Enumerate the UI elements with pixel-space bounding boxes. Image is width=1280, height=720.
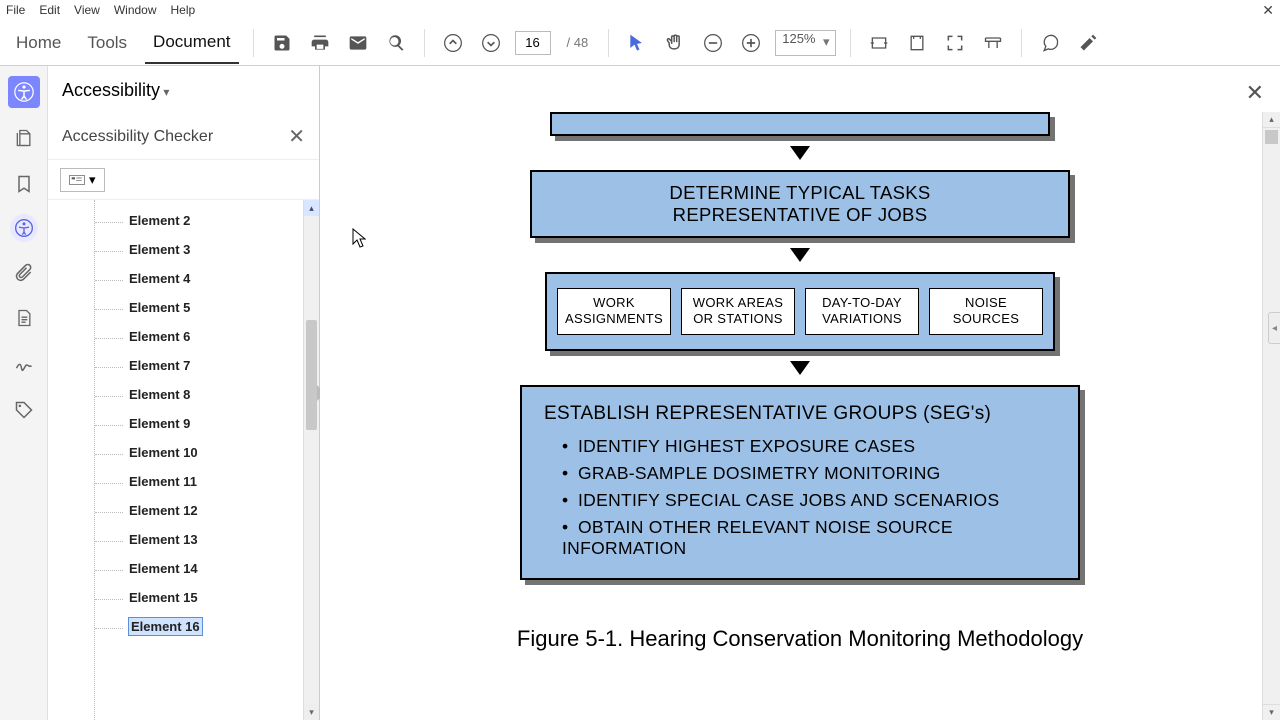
tab-tools[interactable]: Tools bbox=[79, 23, 135, 63]
menu-view[interactable]: View bbox=[74, 3, 100, 17]
mini-work-areas: WORK AREASOR STATIONS bbox=[681, 288, 795, 335]
menu-window[interactable]: Window bbox=[114, 3, 157, 17]
email-icon[interactable] bbox=[344, 29, 372, 57]
tab-document[interactable]: Document bbox=[145, 22, 238, 64]
tree-element[interactable]: Element 7 bbox=[129, 351, 319, 380]
page-total: / 48 bbox=[561, 35, 595, 50]
window-close-icon[interactable]: ✕ bbox=[1262, 2, 1274, 19]
doc-scrollbar[interactable]: ▴ ▾ bbox=[1262, 112, 1280, 720]
page-down-icon[interactable] bbox=[477, 29, 505, 57]
rail-pages-icon[interactable] bbox=[8, 122, 40, 154]
tab-home[interactable]: Home bbox=[8, 23, 69, 63]
scroll-up-icon[interactable]: ▴ bbox=[304, 200, 319, 216]
scroll-thumb[interactable] bbox=[306, 320, 317, 430]
close-checker-icon[interactable]: ✕ bbox=[288, 124, 305, 149]
save-icon[interactable] bbox=[268, 29, 296, 57]
checker-tree: Element 2Element 3Element 4Element 5Elem… bbox=[48, 200, 319, 720]
scroll-thumb[interactable] bbox=[1265, 130, 1278, 144]
rail-bookmark-icon[interactable] bbox=[8, 168, 40, 200]
document-viewport[interactable]: DETERMINE TYPICAL TASKS REPRESENTATIVE O… bbox=[320, 112, 1280, 720]
scroll-down-icon[interactable]: ▾ bbox=[304, 704, 319, 720]
menu-edit[interactable]: Edit bbox=[39, 3, 60, 17]
menu-help[interactable]: Help bbox=[171, 3, 196, 17]
print-icon[interactable] bbox=[306, 29, 334, 57]
panel-scrollbar[interactable]: ▴ ▾ bbox=[303, 200, 319, 720]
tree-element[interactable]: Element 14 bbox=[129, 554, 319, 583]
rail-document-icon[interactable] bbox=[8, 302, 40, 334]
zoom-select[interactable]: 125% bbox=[775, 30, 836, 56]
fit-width-icon[interactable] bbox=[865, 29, 893, 57]
mini-variations: DAY-TO-DAYVARIATIONS bbox=[805, 288, 919, 335]
fit-page-icon[interactable] bbox=[903, 29, 931, 57]
mini-noise-sources: NOISESOURCES bbox=[929, 288, 1043, 335]
left-rail bbox=[0, 66, 48, 720]
arrow-down-icon bbox=[790, 248, 810, 262]
tree-element[interactable]: Element 11 bbox=[129, 467, 319, 496]
tree-element[interactable]: Element 10 bbox=[129, 438, 319, 467]
rail-tags-icon[interactable] bbox=[8, 394, 40, 426]
tree-element[interactable]: Element 6 bbox=[129, 322, 319, 351]
scroll-down-icon[interactable]: ▾ bbox=[1263, 704, 1280, 720]
scroll-up-icon[interactable]: ▴ bbox=[1263, 112, 1280, 128]
zoom-out-icon[interactable] bbox=[699, 29, 727, 57]
menu-bar: File Edit View Window Help ✕ bbox=[0, 0, 1280, 20]
arrow-down-icon bbox=[790, 361, 810, 375]
accessibility-panel: Accessibility Accessibility Checker ✕ ▾ … bbox=[48, 66, 320, 720]
search-icon[interactable] bbox=[382, 29, 410, 57]
main-toolbar: Home Tools Document / 48 125% bbox=[0, 20, 1280, 66]
flow-box-seg: ESTABLISH REPRESENTATIVE GROUPS (SEG's) … bbox=[520, 385, 1080, 580]
reading-mode-icon[interactable] bbox=[979, 29, 1007, 57]
tree-element[interactable]: Element 16 bbox=[129, 612, 319, 641]
tree-element[interactable]: Element 15 bbox=[129, 583, 319, 612]
rail-attachments-icon[interactable] bbox=[8, 256, 40, 288]
accessibility-checker-title: Accessibility Checker bbox=[62, 128, 213, 146]
flow-box-cut bbox=[550, 112, 1050, 136]
tree-element[interactable]: Element 13 bbox=[129, 525, 319, 554]
tree-element[interactable]: Element 12 bbox=[129, 496, 319, 525]
tree-element[interactable]: Element 4 bbox=[129, 264, 319, 293]
tree-element[interactable]: Element 3 bbox=[129, 235, 319, 264]
figure-caption: Figure 5-1. Hearing Conservation Monitor… bbox=[370, 626, 1230, 652]
highlight-icon[interactable] bbox=[1074, 29, 1102, 57]
tree-element[interactable]: Element 2 bbox=[129, 206, 319, 235]
page-up-icon[interactable] bbox=[439, 29, 467, 57]
fullscreen-icon[interactable] bbox=[941, 29, 969, 57]
mini-work-assignments: WORKASSIGNMENTS bbox=[557, 288, 671, 335]
hand-tool-icon[interactable] bbox=[661, 29, 689, 57]
tree-element[interactable]: Element 8 bbox=[129, 380, 319, 409]
checker-options-dropdown[interactable]: ▾ bbox=[60, 168, 105, 192]
rail-a11y-check-icon[interactable] bbox=[10, 214, 38, 242]
menu-file[interactable]: File bbox=[6, 3, 25, 17]
close-panel-icon[interactable]: ✕ bbox=[1246, 80, 1264, 106]
comment-icon[interactable] bbox=[1036, 29, 1064, 57]
page-number-input[interactable] bbox=[515, 31, 551, 55]
tree-element[interactable]: Element 5 bbox=[129, 293, 319, 322]
flow-box-tasks: DETERMINE TYPICAL TASKS REPRESENTATIVE O… bbox=[530, 170, 1070, 238]
tree-element[interactable]: Element 9 bbox=[129, 409, 319, 438]
arrow-down-icon bbox=[790, 146, 810, 160]
zoom-in-icon[interactable] bbox=[737, 29, 765, 57]
accessibility-dropdown[interactable]: Accessibility bbox=[62, 80, 169, 101]
rail-accessibility-icon[interactable] bbox=[8, 76, 40, 108]
select-tool-icon[interactable] bbox=[623, 29, 651, 57]
rail-signatures-icon[interactable] bbox=[8, 348, 40, 380]
flow-box-factors: WORKASSIGNMENTS WORK AREASOR STATIONS DA… bbox=[545, 272, 1055, 351]
right-pane-handle[interactable]: ◂ bbox=[1268, 312, 1280, 344]
